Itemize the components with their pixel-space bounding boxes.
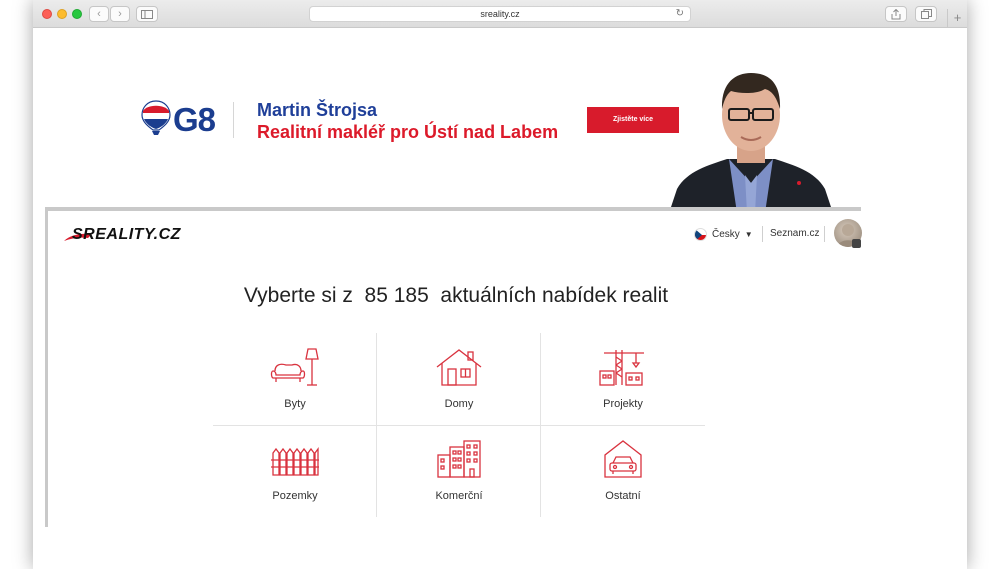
zoom-window-button[interactable] (72, 9, 82, 19)
garage-car-icon (604, 440, 642, 478)
category-komercni[interactable]: Komerční (377, 425, 541, 517)
back-button[interactable]: ‹ (89, 6, 109, 22)
reload-icon[interactable]: ↻ (676, 7, 684, 21)
office-buildings-icon (437, 440, 481, 478)
seznam-link[interactable]: Seznam.cz (770, 228, 819, 239)
category-label: Projekty (603, 398, 643, 410)
category-label: Ostatní (605, 490, 641, 502)
page-title: Vyberte si z 85 185 aktuálních nabídek r… (48, 284, 864, 308)
headline-suffix: aktuálních nabídek realit (440, 284, 669, 307)
ad-banner[interactable]: G8 Martin Štrojsa Realitní makléř pro Ús… (33, 28, 967, 213)
category-label: Komerční (435, 490, 483, 502)
sidebar-toggle-button[interactable] (136, 6, 158, 22)
armchair-lamp-icon (270, 348, 319, 386)
agent-portrait-image (669, 73, 833, 213)
header-divider (824, 226, 825, 242)
category-label: Pozemky (272, 490, 318, 502)
language-label: Česky (712, 229, 740, 240)
headline-prefix: Vyberte si z (243, 284, 353, 307)
brand-logo-text: G8 (173, 101, 216, 138)
logo-text: SREALITY.CZ (72, 226, 182, 243)
tabs-overview-button[interactable] (915, 6, 937, 22)
learn-more-button[interactable]: Zjistěte více (587, 107, 679, 133)
close-window-button[interactable] (42, 9, 52, 19)
category-byty[interactable]: Byty (213, 333, 377, 425)
address-text: sreality.cz (480, 9, 520, 19)
remax-balloon-icon (141, 100, 171, 135)
header-divider (762, 226, 763, 242)
share-icon (891, 8, 901, 20)
browser-window: ‹ › sreality.cz ↻ + G8 Martin Štrojsa Re… (33, 0, 967, 569)
category-label: Byty (284, 398, 306, 410)
browser-toolbar: ‹ › sreality.cz ↻ + (33, 0, 967, 28)
sidebar-icon (141, 10, 153, 19)
sreality-logo[interactable]: SREALITY.CZ (62, 223, 202, 245)
category-ostatni[interactable]: Ostatní (541, 425, 705, 517)
category-grid: Byty Domy Projekty Pozemky Komerční Osta… (213, 333, 705, 517)
category-pozemky[interactable]: Pozemky (213, 425, 377, 517)
language-selector[interactable]: Česky ▼ (694, 228, 753, 241)
tabs-icon (920, 9, 932, 19)
category-label: Domy (444, 398, 474, 410)
offer-count: 85 185 (364, 284, 429, 307)
house-icon (436, 349, 482, 386)
minimize-window-button[interactable] (57, 9, 67, 19)
sreality-page: SREALITY.CZ Česky ▼ Seznam.cz Vyberte si… (45, 207, 864, 527)
share-button[interactable] (885, 6, 907, 22)
lock-badge-icon (852, 239, 861, 248)
caret-down-icon: ▼ (744, 230, 753, 239)
category-projekty[interactable]: Projekty (541, 333, 705, 425)
category-domy[interactable]: Domy (377, 333, 541, 425)
agent-name: Martin Štrojsa (257, 100, 378, 120)
crane-icon (599, 350, 644, 386)
new-tab-button[interactable]: + (947, 9, 967, 28)
fence-icon (271, 447, 319, 476)
forward-button[interactable]: › (110, 6, 130, 22)
banner-divider (233, 102, 234, 138)
czech-flag-icon (694, 228, 707, 241)
address-bar[interactable]: sreality.cz ↻ (309, 6, 691, 22)
agent-role: Realitní makléř pro Ústí nad Labem (257, 122, 559, 142)
